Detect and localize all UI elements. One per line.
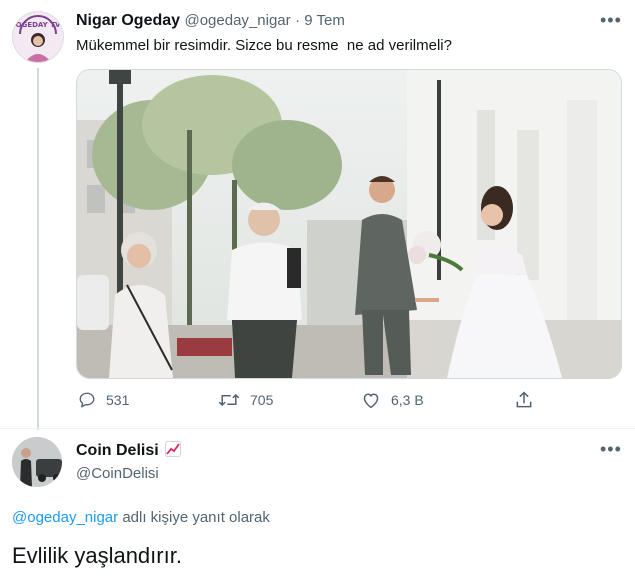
wedding-photo-illustration: [77, 70, 621, 378]
like-count: 6,3 B: [391, 392, 424, 408]
like-action[interactable]: 6,3 B: [361, 391, 424, 409]
retweet-icon: [218, 393, 240, 407]
reply-icon: [79, 392, 95, 408]
reply-text: Evlilik yaşlandırır.: [12, 543, 182, 568]
reply-author-handle[interactable]: @CoinDelisi: [76, 465, 159, 482]
reply-to-link[interactable]: @ogeday_nigar: [12, 509, 118, 526]
reply-author-avatar[interactable]: [12, 437, 62, 487]
heart-icon: [363, 393, 379, 409]
thread-line: [37, 68, 39, 430]
svg-text:OGEDAY TV: OGEDAY TV: [16, 21, 61, 29]
more-icon[interactable]: •••: [600, 10, 622, 31]
reply-author-name[interactable]: Coin Delisi: [76, 442, 159, 459]
reply-more-icon[interactable]: •••: [600, 439, 622, 460]
share-action[interactable]: [514, 390, 534, 415]
author-name[interactable]: Nigar Ogeday: [76, 12, 180, 29]
retweet-count: 705: [250, 392, 274, 408]
chart-up-emoji-icon: [165, 441, 182, 462]
reply-action[interactable]: 531: [78, 391, 129, 409]
tweet-header: Nigar Ogeday @ogeday_nigar · 9 Tem: [76, 12, 345, 30]
author-handle[interactable]: @ogeday_nigar: [184, 12, 290, 29]
reply-count: 531: [106, 392, 130, 408]
tweet-photo[interactable]: [76, 69, 622, 379]
tweet-text: Mükemmel bir resimdir. Sizce bu resme ne…: [76, 37, 452, 54]
reply-header: Coin Delisi: [76, 441, 182, 462]
share-icon: [516, 391, 532, 408]
divider: [0, 428, 635, 429]
author-avatar[interactable]: OGEDAY TV: [12, 11, 64, 63]
replying-to: @ogeday_nigar adlı kişiye yanıt olarak: [12, 509, 270, 526]
tweet-time[interactable]: · 9 Tem: [295, 12, 345, 29]
retweet-action[interactable]: 705: [218, 391, 273, 409]
reply-to-suffix: adlı kişiye yanıt olarak: [122, 509, 270, 526]
